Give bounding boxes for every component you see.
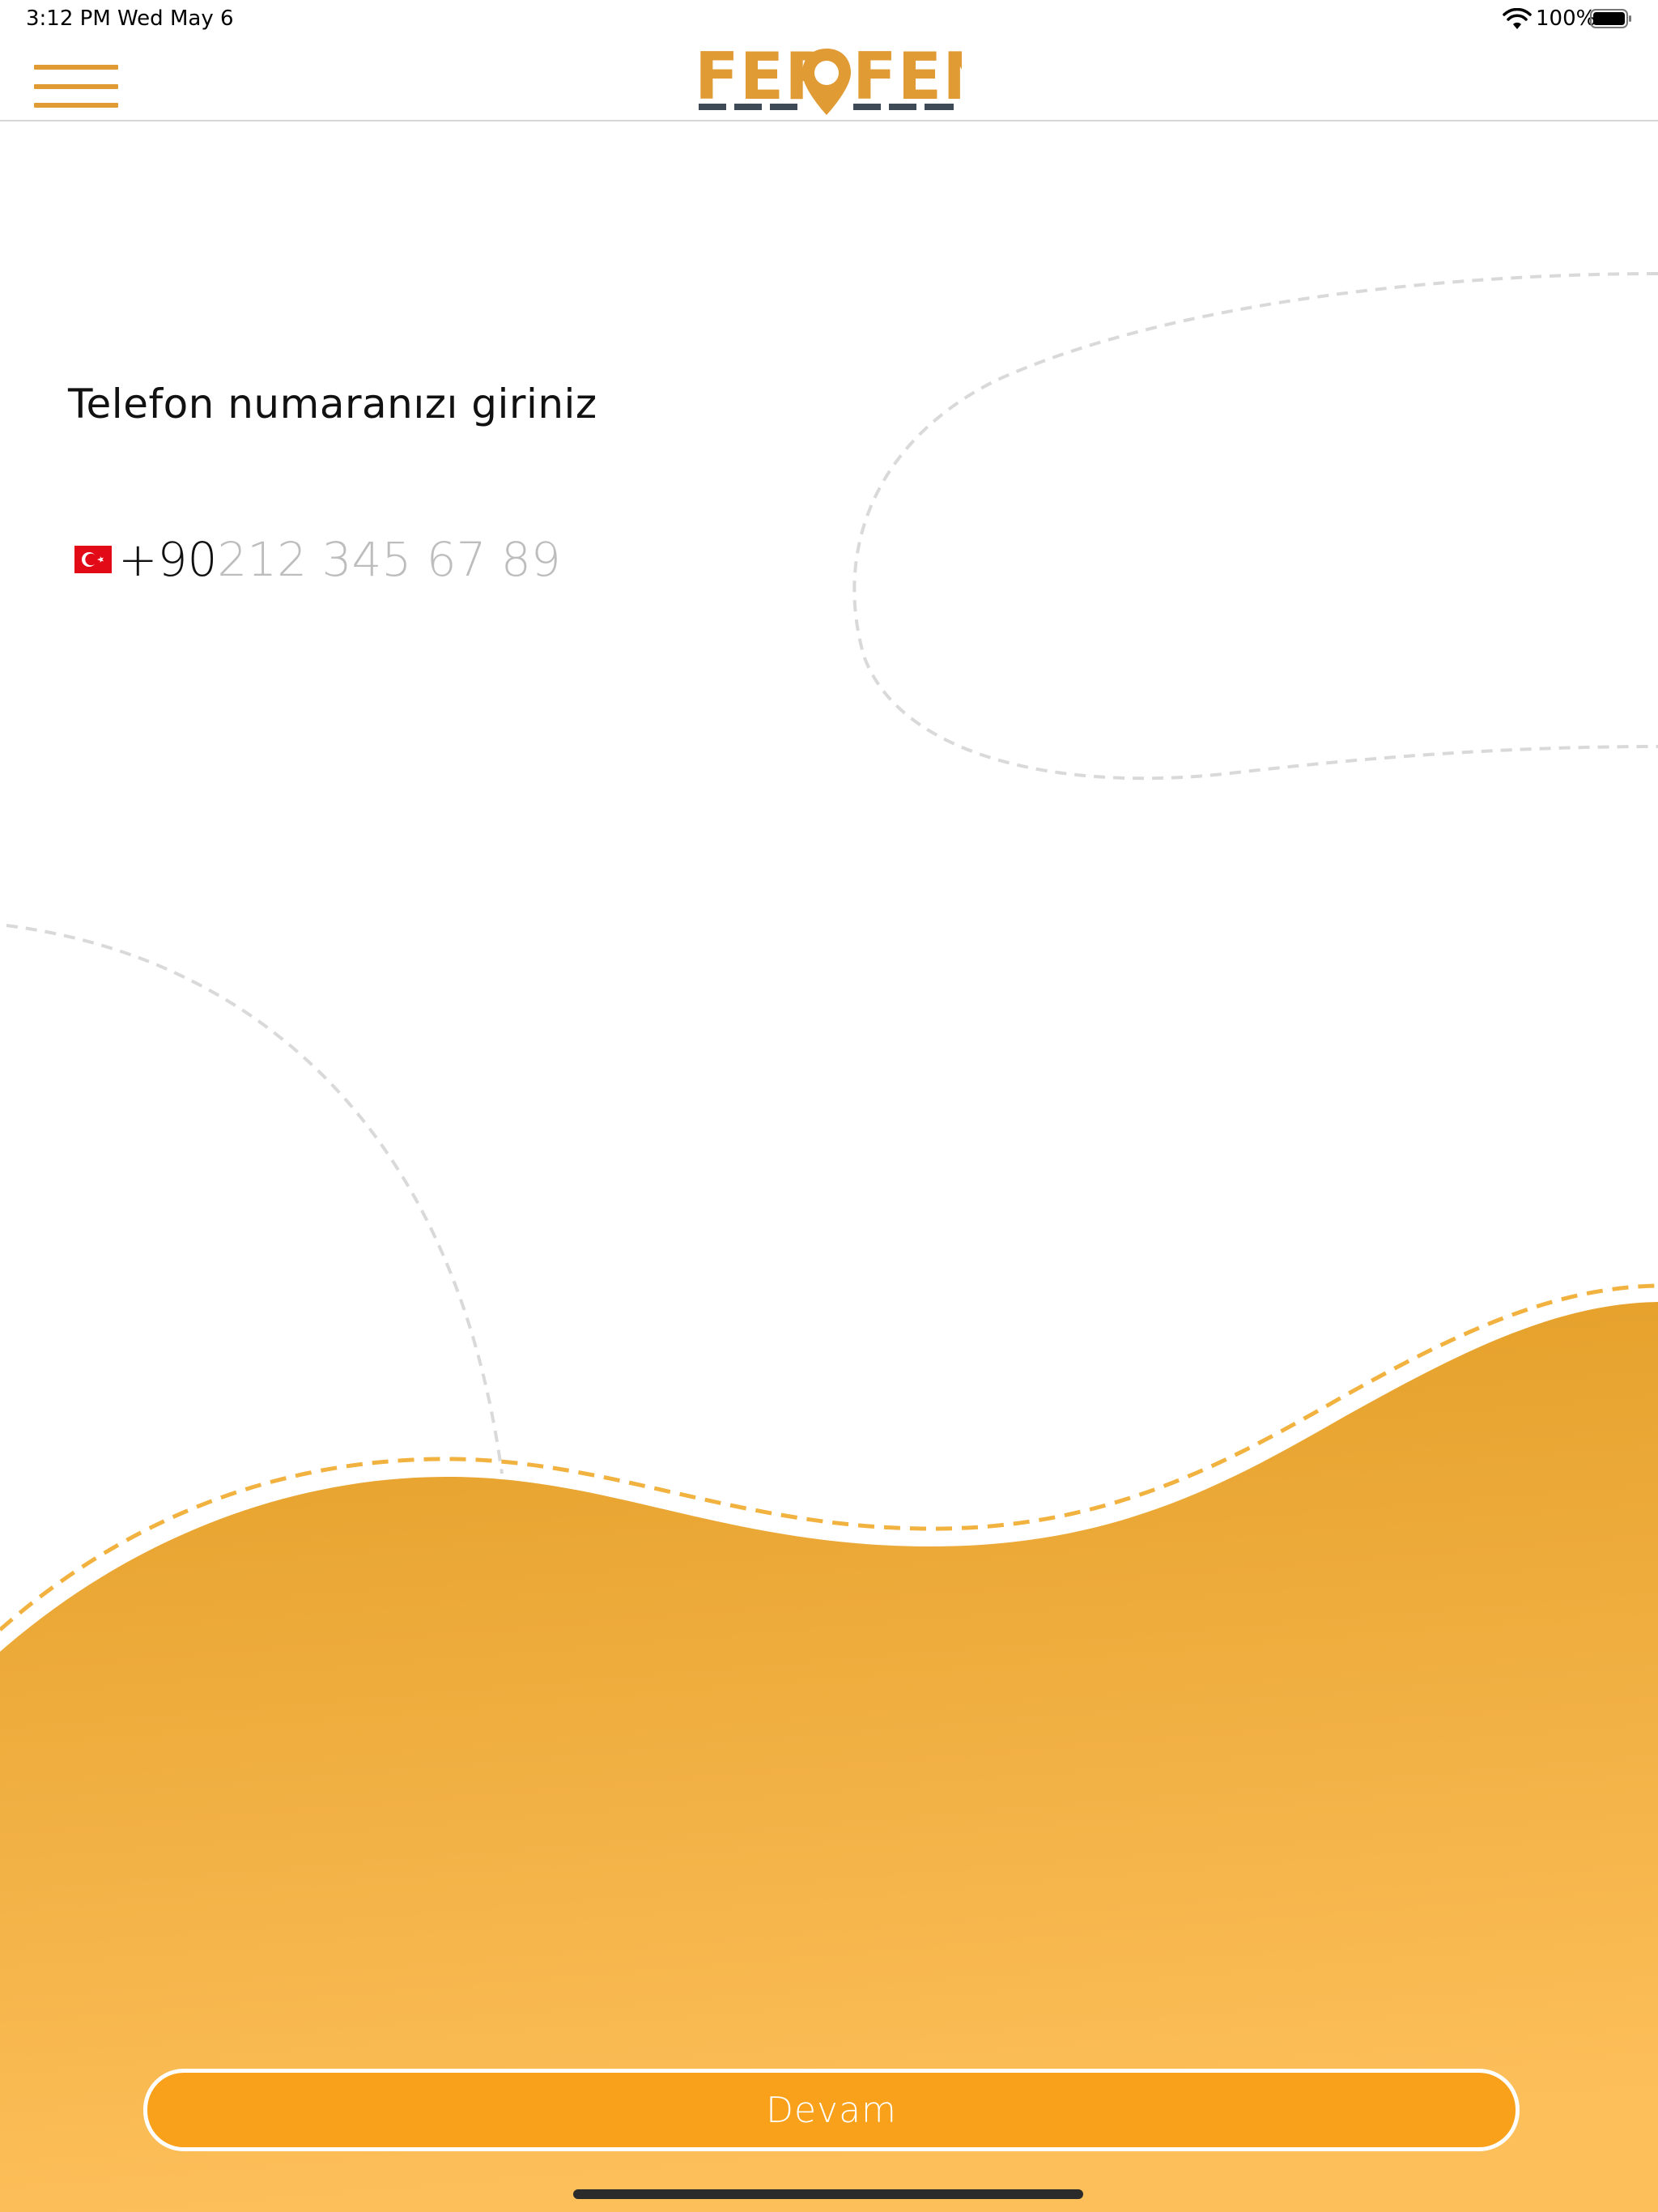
country-code[interactable]: +90 (118, 532, 217, 587)
phone-input-row: +90 (74, 523, 639, 596)
page-title: Telefon numaranızı giriniz (68, 381, 597, 428)
background-decoration (0, 272, 1658, 2212)
phone-entry-screen: 3:12 PM Wed May 6 100% FER FEN (0, 0, 1658, 2212)
continue-button[interactable]: Devam (143, 2069, 1520, 2151)
nav-bar: FER FEN (0, 39, 1658, 121)
turkey-flag-icon[interactable] (74, 546, 112, 573)
ferofen-logo: FER FEN (695, 42, 962, 115)
phone-number-input[interactable] (217, 532, 639, 587)
hamburger-menu-icon[interactable] (31, 52, 120, 108)
home-indicator (573, 2189, 1083, 2199)
status-date: Wed May 6 (117, 6, 234, 31)
status-bar: 3:12 PM Wed May 6 100% (0, 0, 1658, 39)
status-time: 3:12 PM (26, 6, 111, 31)
dashed-curve-top-right (852, 272, 1658, 781)
wifi-icon (1503, 8, 1532, 29)
battery-percentage: 100% (1536, 6, 1596, 31)
logo-text-right: FEN (852, 42, 962, 114)
dashed-curve-left (6, 924, 504, 1474)
battery-icon (1590, 9, 1631, 28)
